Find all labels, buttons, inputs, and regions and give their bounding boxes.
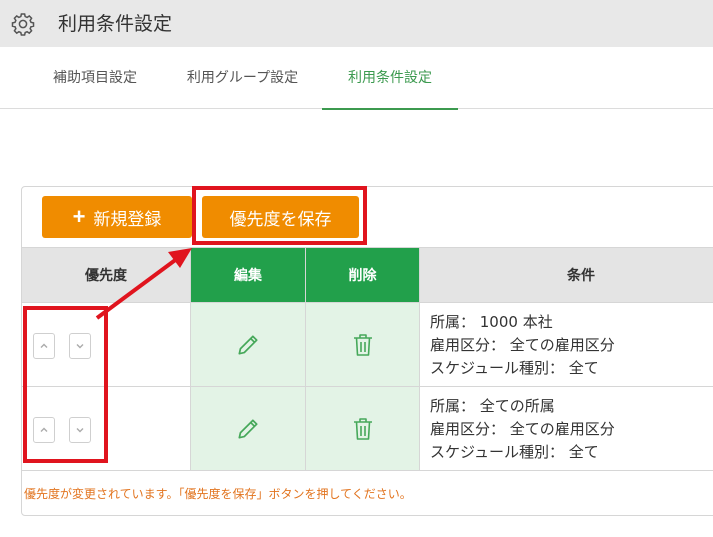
condition-employment: 雇用区分： 全ての雇用区分 [430, 336, 615, 354]
gear-icon [11, 13, 35, 36]
tab-auxiliary-items[interactable]: 補助項目設定 [30, 47, 160, 109]
trash-icon[interactable] [351, 332, 375, 358]
pencil-icon[interactable] [235, 332, 261, 358]
delete-cell [306, 387, 420, 470]
delete-cell [306, 303, 420, 386]
page-title: 利用条件設定 [58, 13, 173, 35]
edit-header: 編集 [191, 248, 306, 302]
pencil-icon[interactable] [235, 416, 261, 442]
tab-usage-groups[interactable]: 利用グループ設定 [170, 47, 315, 109]
new-register-button[interactable]: + 新規登録 [42, 196, 192, 238]
conditions-panel: + 新規登録 優先度を保存 優先度 編集 削除 条件 所属： 1000 本社 雇… [21, 186, 713, 516]
highlight-priority-arrows [23, 306, 108, 463]
delete-header: 削除 [306, 248, 420, 302]
condition-cell: 所属： 1000 本社 雇用区分： 全ての雇用区分 スケジュール種別： 全て [420, 303, 713, 386]
edit-cell [191, 303, 306, 386]
condition-affiliation: 所属： 1000 本社 [430, 313, 553, 331]
table-header-row: 優先度 編集 削除 条件 [22, 247, 713, 303]
trash-icon[interactable] [351, 416, 375, 442]
condition-cell: 所属： 全ての所属 雇用区分： 全ての雇用区分 スケジュール種別： 全て [420, 387, 713, 470]
highlight-save-button [192, 186, 367, 245]
new-register-label: 新規登録 [93, 209, 162, 229]
condition-affiliation: 所属： 全ての所属 [430, 397, 555, 415]
tab-usage-conditions[interactable]: 利用条件設定 [322, 47, 458, 110]
plus-icon: + [72, 204, 86, 229]
tab-bar: 補助項目設定 利用グループ設定 利用条件設定 [0, 47, 713, 110]
condition-schedule: スケジュール種別： 全て [430, 359, 599, 377]
priority-changed-notice: 優先度が変更されています。「優先度を保存」ボタンを押してください。 [24, 487, 412, 501]
condition-schedule: スケジュール種別： 全て [430, 443, 599, 461]
table-row: 所属： 1000 本社 雇用区分： 全ての雇用区分 スケジュール種別： 全て [22, 303, 713, 387]
priority-header: 優先度 [22, 248, 191, 302]
condition-employment: 雇用区分： 全ての雇用区分 [430, 420, 615, 438]
condition-header: 条件 [420, 248, 713, 302]
page-header: 利用条件設定 [0, 0, 713, 47]
table-row: 所属： 全ての所属 雇用区分： 全ての雇用区分 スケジュール種別： 全て [22, 387, 713, 471]
page: 利用条件設定 補助項目設定 利用グループ設定 利用条件設定 + 新規登録 優先度… [0, 0, 713, 537]
edit-cell [191, 387, 306, 470]
